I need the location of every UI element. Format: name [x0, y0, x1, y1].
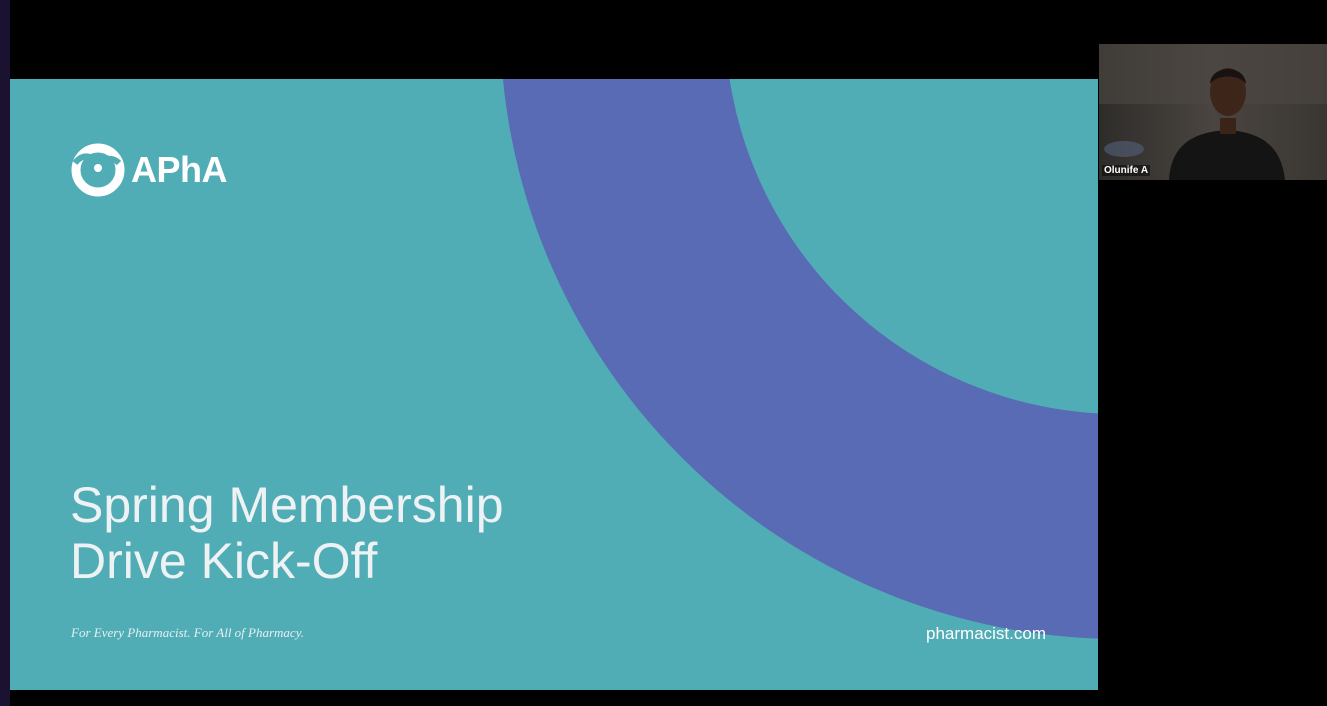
slide-title-line-1: Spring Membership	[70, 477, 504, 533]
window-edge	[0, 0, 10, 706]
shared-screen-slide: APhA Spring Membership Drive Kick-Off Fo…	[10, 79, 1098, 690]
participant-video-tile[interactable]: Olunife A	[1099, 44, 1327, 180]
slide-title: Spring Membership Drive Kick-Off	[70, 477, 504, 589]
person-video-feed-icon	[1099, 44, 1327, 180]
apha-logo-icon	[71, 143, 125, 197]
slide-title-line-2: Drive Kick-Off	[70, 533, 378, 589]
slide-website: pharmacist.com	[926, 624, 1046, 643]
slide-tagline: For Every Pharmacist. For All of Pharmac…	[71, 625, 305, 640]
apha-logo: APhA	[71, 143, 228, 197]
participant-name-label: Olunife A	[1102, 165, 1151, 176]
logo-text: APhA	[131, 149, 228, 190]
